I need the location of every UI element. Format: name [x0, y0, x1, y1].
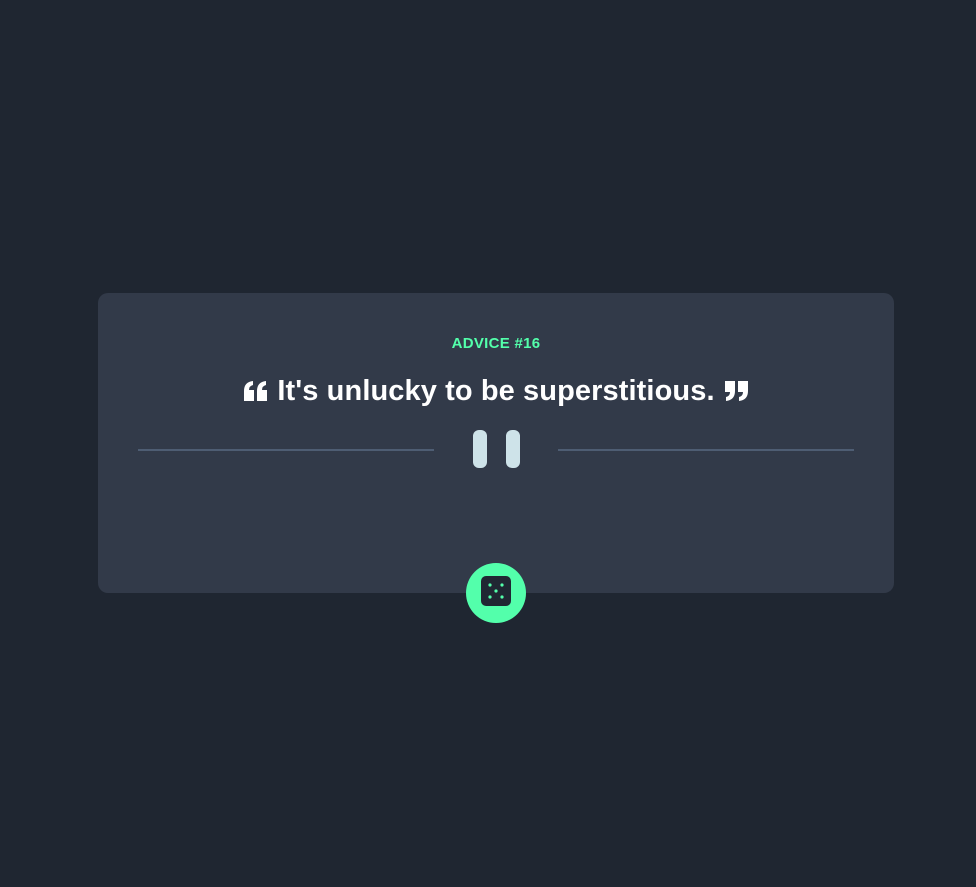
pause-icon: [472, 429, 520, 469]
advice-text: It's unlucky to be superstitious.: [277, 374, 715, 407]
generate-advice-button[interactable]: [466, 563, 526, 623]
divider-line-left: [138, 449, 434, 451]
dice-icon: [481, 575, 511, 611]
close-quote-icon: [723, 378, 749, 404]
divider-line-right: [558, 449, 854, 451]
advice-card: ADVICE #16 It's unlucky to be superstiti…: [98, 293, 894, 623]
advice-id: ADVICE #16: [451, 335, 541, 352]
pattern-divider: [138, 429, 854, 469]
open-quote-icon: [243, 378, 269, 404]
advice-quote: It's unlucky to be superstitious.: [98, 371, 894, 411]
page: ADVICE #16 It's unlucky to be superstiti…: [0, 0, 976, 887]
